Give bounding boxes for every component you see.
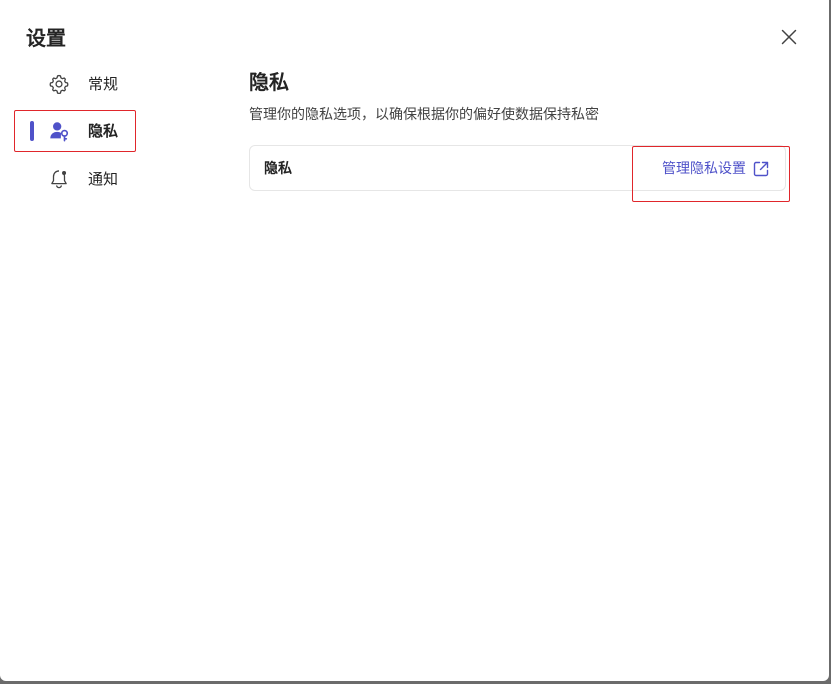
dialog-title: 设置 <box>26 26 66 50</box>
user-key-icon <box>50 122 69 142</box>
sidebar-item-privacy[interactable]: 隐私 <box>22 113 142 149</box>
page-description: 管理你的隐私选项，以确保根据你的偏好使数据保持私密 <box>249 107 599 123</box>
external-link-icon <box>753 161 769 177</box>
sidebar-item-label: 隐私 <box>88 122 119 140</box>
privacy-card-label: 隐私 <box>264 161 292 177</box>
settings-dialog: 设置 常规 隐私 通知 隐私 管理你的隐私选项，以确保根据你的偏好使数据保持私密… <box>0 0 829 681</box>
sidebar-item-label: 常规 <box>88 75 119 93</box>
page-title: 隐私 <box>249 70 289 94</box>
sidebar-item-general[interactable]: 常规 <box>22 66 142 102</box>
close-button[interactable] <box>776 24 802 50</box>
close-icon <box>781 29 797 45</box>
privacy-card: 隐私 管理隐私设置 <box>249 145 786 191</box>
gear-icon <box>49 74 69 94</box>
active-indicator <box>30 121 34 141</box>
sidebar-item-notifications[interactable]: 通知 <box>22 161 142 197</box>
sidebar-item-label: 通知 <box>88 170 119 188</box>
manage-privacy-settings-label: 管理隐私设置 <box>662 161 746 177</box>
manage-privacy-settings-link[interactable]: 管理隐私设置 <box>662 158 770 180</box>
bell-icon <box>51 170 67 189</box>
